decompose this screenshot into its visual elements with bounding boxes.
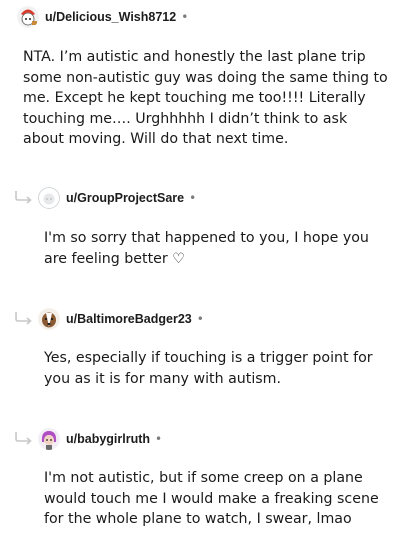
username-link[interactable]: u/Delicious_Wish8712: [45, 10, 176, 24]
comment-header: u/GroupProjectSare •: [0, 186, 400, 210]
meta-separator: •: [155, 432, 163, 446]
comment: u/Delicious_Wish8712 • NTA. I’m autistic…: [0, 5, 400, 147]
reply-arrow-icon: [15, 312, 32, 325]
comment-header: u/BaltimoreBadger23 •: [0, 307, 400, 331]
comment-body: Yes, especially if touching is a trigger…: [44, 350, 373, 387]
purple-hair-avatar-icon[interactable]: [38, 428, 60, 450]
comment-body: NTA. I’m autistic and honestly the last …: [23, 49, 388, 147]
comment-body: I'm so sorry that happened to you, I hop…: [44, 230, 369, 267]
default-grey-avatar-icon[interactable]: [38, 187, 60, 209]
reply-arrow-icon: [15, 191, 32, 204]
badger-avatar-icon[interactable]: [38, 308, 60, 330]
comment-header: u/Delicious_Wish8712 •: [0, 5, 400, 29]
reply-comment: u/BaltimoreBadger23 • Yes, especially if…: [0, 307, 400, 387]
reply-comment: u/babygirlruth • I'm not autistic, but i…: [0, 427, 400, 527]
comment-body: I'm not autistic, but if some creep on a…: [44, 470, 379, 527]
reply-comment: u/GroupProjectSare • I'm so sorry that h…: [0, 186, 400, 267]
meta-separator: •: [189, 191, 197, 205]
username-link[interactable]: u/GroupProjectSare: [66, 191, 184, 205]
snoo-red-avatar-icon[interactable]: [17, 6, 39, 28]
username-link[interactable]: u/babygirlruth: [66, 432, 150, 446]
meta-separator: •: [196, 312, 204, 326]
reply-arrow-icon: [15, 432, 32, 445]
meta-separator: •: [181, 10, 189, 24]
comment-header: u/babygirlruth •: [0, 427, 400, 451]
username-link[interactable]: u/BaltimoreBadger23: [66, 312, 192, 326]
